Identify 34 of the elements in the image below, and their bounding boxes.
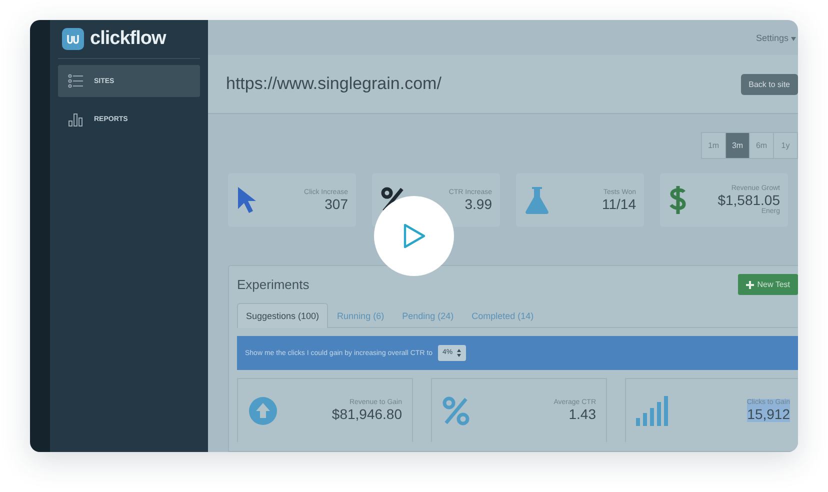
settings-menu[interactable]: Settings (756, 32, 796, 42)
updown-arrows-icon (456, 349, 461, 357)
site-url: https://www.singlegrain.com/ (226, 74, 442, 94)
logo-icon (62, 28, 84, 50)
percent-icon (442, 396, 470, 426)
metric-value: 15,912 (747, 406, 790, 422)
flask-icon (524, 185, 550, 215)
cursor-icon (236, 185, 258, 215)
new-test-button[interactable]: New Test (738, 274, 798, 295)
range-button[interactable]: 6m (749, 132, 774, 159)
logo-text: clickflow (90, 28, 166, 50)
stat-value: $1,581.05 (718, 192, 780, 208)
list-icon (68, 73, 84, 89)
dollar-icon (668, 184, 688, 216)
metric-value: 1.43 (568, 406, 596, 422)
arrow-up-circle-icon (248, 396, 278, 426)
panel-title: Experiments (237, 277, 310, 292)
stat-value: 11/14 (602, 196, 636, 212)
play-icon (402, 223, 426, 249)
tab[interactable]: Running (6) (328, 303, 394, 328)
tab[interactable]: Pending (24) (393, 303, 463, 328)
tab[interactable]: Suggestions (100) (237, 303, 328, 328)
range-button[interactable]: 1m (701, 132, 726, 159)
range-button[interactable]: 1y (773, 132, 798, 159)
bar-chart-icon (68, 111, 84, 127)
back-button[interactable]: Back to site (740, 74, 798, 94)
caret-icon (791, 36, 796, 40)
stat-value: 307 (324, 196, 348, 212)
metric-value: $81,946.80 (332, 406, 402, 422)
tab[interactable]: Completed (14) (462, 303, 543, 328)
stat-value: 3.99 (464, 196, 492, 212)
range-button[interactable]: 3m (725, 132, 750, 159)
plus-icon (746, 280, 754, 288)
video-thumbnail[interactable] (30, 20, 798, 452)
